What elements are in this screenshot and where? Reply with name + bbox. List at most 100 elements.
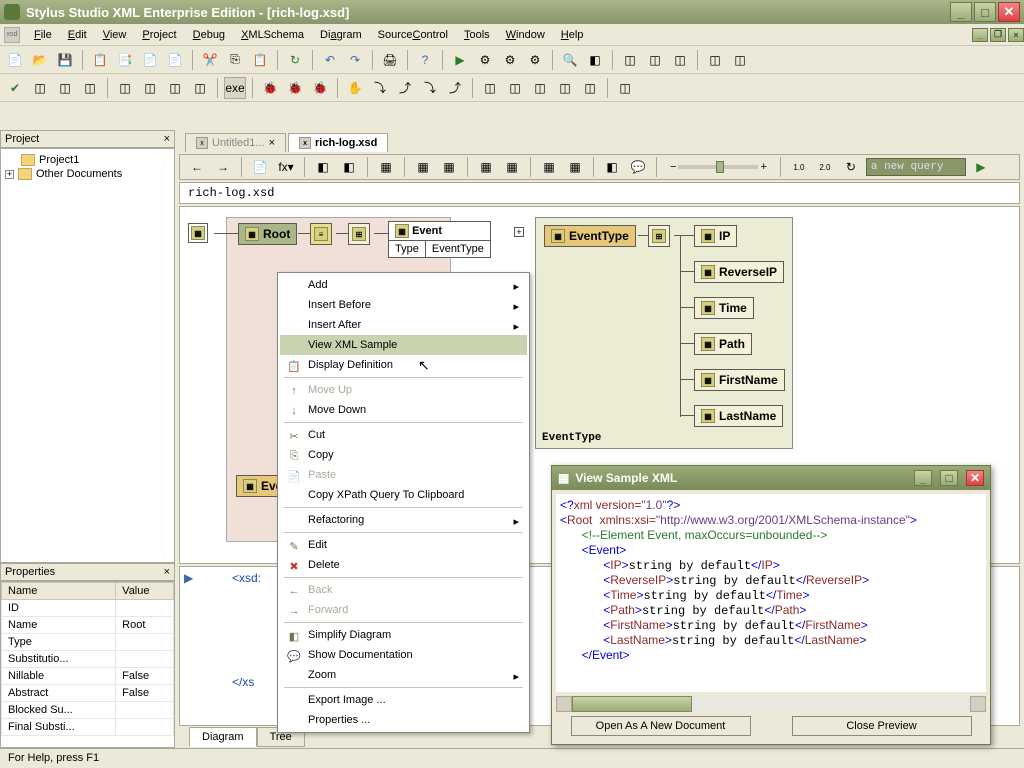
dt-btn[interactable]: ◧	[601, 156, 623, 178]
diagram-node-reverseip[interactable]: ▦ReverseIP	[694, 261, 784, 283]
diagram-node-path[interactable]: ▦Path	[694, 333, 752, 355]
undo-button[interactable]: ↶	[319, 49, 341, 71]
tb-btn[interactable]: ⚙	[524, 49, 546, 71]
menu-help[interactable]: Help	[553, 27, 592, 43]
tab-richlog[interactable]: x rich-log.xsd	[288, 133, 388, 152]
tb-btn[interactable]: ◫	[189, 77, 211, 99]
tb-btn[interactable]: ⚙	[474, 49, 496, 71]
diagram-compositor-icon[interactable]: ⊞	[348, 223, 370, 245]
tb-btn[interactable]: 🐞	[309, 77, 331, 99]
tb-btn[interactable]: ⤵	[369, 77, 391, 99]
tb-btn[interactable]: ▶	[449, 49, 471, 71]
diagram-node-eventtype[interactable]: ▦ EventType	[544, 225, 636, 247]
print-button[interactable]: 🖨	[379, 49, 401, 71]
tb-btn[interactable]: ◫	[29, 77, 51, 99]
new-button[interactable]: 📄	[4, 49, 26, 71]
menu-window[interactable]: Window	[498, 27, 553, 43]
tb-btn[interactable]: ⚙	[499, 49, 521, 71]
tb-btn[interactable]: 🐞	[284, 77, 306, 99]
properties-panel-close-icon[interactable]: ×	[164, 566, 170, 578]
sample-close-button[interactable]: ✕	[966, 470, 984, 486]
dt-btn[interactable]: ▦	[412, 156, 434, 178]
diagram-anchor-icon[interactable]: ▦	[188, 223, 208, 243]
zoom-slider[interactable]: − +	[670, 161, 767, 173]
tb-btn[interactable]: 📑	[114, 49, 136, 71]
dt-btn[interactable]: ←	[186, 156, 208, 178]
sample-window-titlebar[interactable]: ▦ View Sample XML _ □ ✕	[552, 466, 990, 490]
tb-btn[interactable]: ◫	[704, 49, 726, 71]
minimize-button[interactable]: _	[950, 2, 972, 22]
cm-cut[interactable]: ✂Cut	[280, 425, 527, 445]
tree-item-other[interactable]: + Other Documents	[5, 167, 170, 181]
sample-maximize-button[interactable]: □	[940, 470, 958, 486]
redo-button[interactable]: ↷	[344, 49, 366, 71]
menu-diagram[interactable]: Diagram	[312, 27, 370, 43]
menu-sourcecontrol[interactable]: SourceControl	[370, 27, 456, 43]
diagram-node-time[interactable]: ▦Time	[694, 297, 754, 319]
menu-file[interactable]: File	[26, 27, 60, 43]
diagram-node-ip[interactable]: ▦IP	[694, 225, 737, 247]
scroll-right-button[interactable]	[970, 696, 986, 712]
dt-btn[interactable]: ▦	[475, 156, 497, 178]
query-go-button[interactable]: ▶	[970, 156, 992, 178]
tb-btn[interactable]: ◫	[554, 77, 576, 99]
validate-button[interactable]: ✔	[4, 77, 26, 99]
tb-btn[interactable]: ⤴	[444, 77, 466, 99]
find-button[interactable]: 🔍	[559, 49, 581, 71]
cm-insert-after[interactable]: Insert After▸	[280, 315, 527, 335]
scroll-left-button[interactable]	[556, 696, 572, 712]
tb-btn[interactable]: ◫	[479, 77, 501, 99]
mdi-minimize-button[interactable]: _	[972, 28, 988, 42]
expand-icon[interactable]: +	[5, 170, 14, 179]
sample-xml-content[interactable]: <?xml version="1.0"?> <Root xmlns:xsi="h…	[556, 494, 986, 692]
menu-view[interactable]: View	[95, 27, 135, 43]
diagram-node-firstname[interactable]: ▦FirstName	[694, 369, 785, 391]
dt-btn[interactable]: ↻	[840, 156, 862, 178]
cm-refactoring[interactable]: Refactoring▸	[280, 510, 527, 530]
tb-btn[interactable]: ◧	[584, 49, 606, 71]
scroll-thumb[interactable]	[572, 696, 692, 712]
debug-button[interactable]: 🐞	[259, 77, 281, 99]
cm-show-doc[interactable]: 💬Show Documentation	[280, 645, 527, 665]
breadcrumb[interactable]: rich-log.xsd	[179, 182, 1020, 204]
zoom-out-icon[interactable]: −	[670, 161, 676, 173]
tb-btn[interactable]: ◫	[164, 77, 186, 99]
maximize-button[interactable]: □	[974, 2, 996, 22]
close-button[interactable]: ✕	[998, 2, 1020, 22]
cut-button[interactable]: ✂️	[199, 49, 221, 71]
dt-btn[interactable]: ▦	[501, 156, 523, 178]
cm-delete[interactable]: ✖Delete	[280, 555, 527, 575]
tb-btn[interactable]: ⤵	[419, 77, 441, 99]
version20-icon[interactable]: 2.0	[814, 156, 836, 178]
open-button[interactable]: 📂	[29, 49, 51, 71]
copy-button[interactable]: ⎘	[224, 49, 246, 71]
tb-btn[interactable]: ◫	[54, 77, 76, 99]
diagram-node-lastname[interactable]: ▦LastName	[694, 405, 783, 427]
dt-btn[interactable]: ▦	[438, 156, 460, 178]
cm-display-definition[interactable]: 📋Display Definition	[280, 355, 527, 375]
diagram-node-root[interactable]: ▦ Root	[238, 223, 297, 245]
tb-btn[interactable]: ◫	[529, 77, 551, 99]
diagram-sequence-icon[interactable]: ≡	[310, 223, 332, 245]
cm-copy[interactable]: ⎘Copy	[280, 445, 527, 465]
cm-properties[interactable]: Properties ...	[280, 710, 527, 730]
tb-btn[interactable]: ◫	[504, 77, 526, 99]
cm-view-xml-sample[interactable]: View XML Sample	[280, 335, 527, 355]
tb-btn[interactable]: ◫	[619, 49, 641, 71]
cm-zoom[interactable]: Zoom▸	[280, 665, 527, 685]
sample-hscrollbar[interactable]	[556, 696, 986, 712]
tb-btn[interactable]: ◫	[614, 77, 636, 99]
expand-node-icon[interactable]: +	[514, 227, 524, 237]
dt-btn[interactable]: ◧	[312, 156, 334, 178]
stop-button[interactable]: ✋	[344, 77, 366, 99]
menu-edit[interactable]: Edit	[60, 27, 95, 43]
tb-btn[interactable]: ◫	[644, 49, 666, 71]
close-preview-button[interactable]: Close Preview	[792, 716, 972, 736]
dt-btn[interactable]: 💬	[627, 156, 649, 178]
cm-move-down[interactable]: ↓Move Down	[280, 400, 527, 420]
dt-btn[interactable]: ▦	[564, 156, 586, 178]
project-panel-close-icon[interactable]: ×	[164, 133, 170, 145]
diagram-node-event[interactable]: ▦ Event TypeEventType	[388, 221, 491, 258]
menu-xmlschema[interactable]: XMLSchema	[233, 27, 312, 43]
dt-btn[interactable]: 📄	[249, 156, 271, 178]
